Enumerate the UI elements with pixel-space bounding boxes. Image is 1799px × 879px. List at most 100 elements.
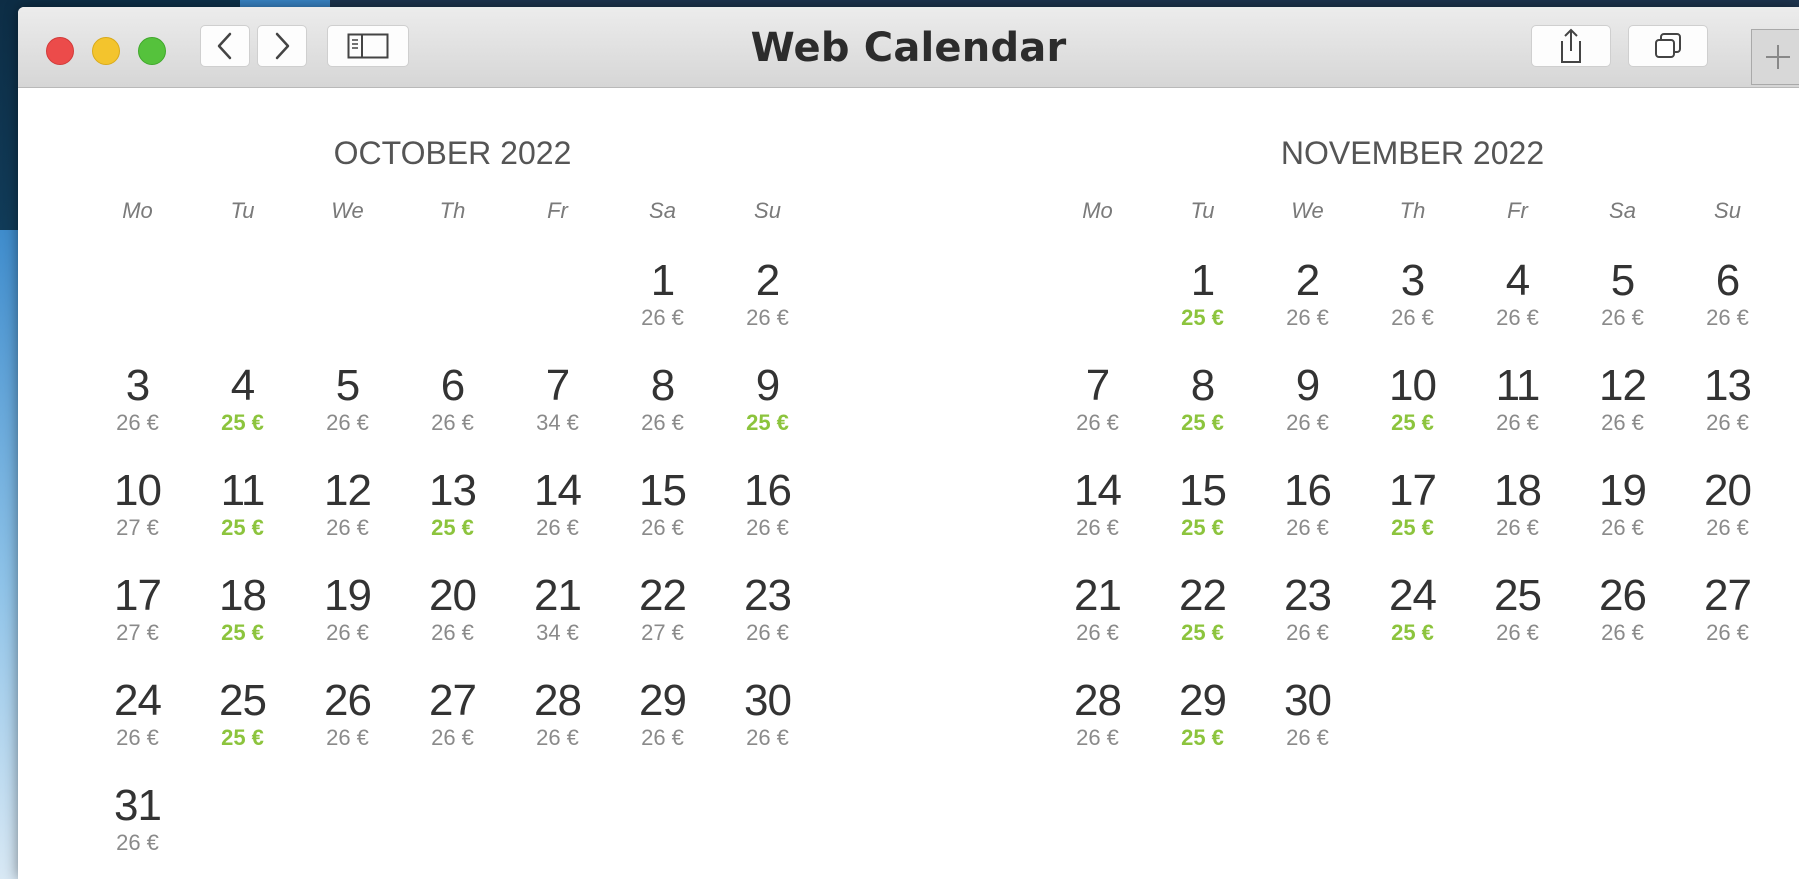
- day-cell[interactable]: 11 26 €: [1465, 362, 1570, 467]
- new-tab-button[interactable]: [1751, 29, 1799, 85]
- day-number: 23: [744, 571, 792, 620]
- day-cell[interactable]: 5 26 €: [295, 362, 400, 467]
- day-number: 4: [1505, 256, 1530, 305]
- price-label: 26 €: [1286, 305, 1329, 330]
- price-label: 26 €: [431, 410, 474, 435]
- day-cell[interactable]: 11 25 €: [190, 467, 295, 572]
- day-cell[interactable]: 23 26 €: [715, 572, 820, 677]
- day-number: 10: [114, 466, 162, 515]
- day-cell[interactable]: 24 25 €: [1360, 572, 1465, 677]
- day-cell[interactable]: 21 34 €: [505, 572, 610, 677]
- day-cell[interactable]: 7 26 €: [1045, 362, 1150, 467]
- day-cell[interactable]: 16 26 €: [1255, 467, 1360, 572]
- day-cell[interactable]: 31 26 €: [85, 782, 190, 879]
- day-number: 29: [639, 676, 687, 725]
- day-cell[interactable]: 15 25 €: [1150, 467, 1255, 572]
- day-cell[interactable]: 2 26 €: [1255, 257, 1360, 362]
- lowest-price-label: 25 €: [221, 410, 264, 435]
- day-cell[interactable]: 25 26 €: [1465, 572, 1570, 677]
- price-label: 26 €: [116, 830, 159, 855]
- day-cell[interactable]: 30 26 €: [715, 677, 820, 782]
- day-number: 5: [1610, 256, 1635, 305]
- day-cell[interactable]: 7 34 €: [505, 362, 610, 467]
- day-cell[interactable]: 4 26 €: [1465, 257, 1570, 362]
- price-label: 26 €: [1601, 515, 1644, 540]
- day-cell[interactable]: 23 26 €: [1255, 572, 1360, 677]
- day-cell[interactable]: 8 26 €: [610, 362, 715, 467]
- day-cell[interactable]: 12 26 €: [295, 467, 400, 572]
- day-cell[interactable]: 10 25 €: [1360, 362, 1465, 467]
- day-cell[interactable]: 9 26 €: [1255, 362, 1360, 467]
- day-cell[interactable]: 19 26 €: [295, 572, 400, 677]
- day-cell[interactable]: 30 26 €: [1255, 677, 1360, 782]
- day-cell[interactable]: 1 26 €: [610, 257, 715, 362]
- day-cell[interactable]: 22 25 €: [1150, 572, 1255, 677]
- day-cell[interactable]: 6 26 €: [1675, 257, 1780, 362]
- price-label: 26 €: [1706, 620, 1749, 645]
- day-cell[interactable]: 2 26 €: [715, 257, 820, 362]
- day-cell[interactable]: 4 25 €: [190, 362, 295, 467]
- weekday-label: Tu: [1190, 198, 1215, 223]
- day-cell[interactable]: 10 27 €: [85, 467, 190, 572]
- weekday-label: Sa: [1609, 198, 1636, 223]
- day-number: 22: [1179, 571, 1227, 620]
- day-cell[interactable]: 14 26 €: [505, 467, 610, 572]
- day-cell[interactable]: 19 26 €: [1570, 467, 1675, 572]
- day-cell[interactable]: 29 25 €: [1150, 677, 1255, 782]
- day-cell[interactable]: 15 26 €: [610, 467, 715, 572]
- title-bar: Web Calendar: [18, 7, 1799, 88]
- day-cell[interactable]: 6 26 €: [400, 362, 505, 467]
- day-cell[interactable]: 13 25 €: [400, 467, 505, 572]
- day-cell[interactable]: 9 25 €: [715, 362, 820, 467]
- calendar-grid: Mo Tu We Th Fr Sa Su 1 26 €2 26 €3 26 €4 25 €5 26 €6…: [85, 193, 820, 879]
- day-cell[interactable]: 3 26 €: [85, 362, 190, 467]
- day-cell[interactable]: 3 26 €: [1360, 257, 1465, 362]
- day-number: 27: [1704, 571, 1752, 620]
- day-cell[interactable]: 28 26 €: [505, 677, 610, 782]
- day-cell[interactable]: 8 25 €: [1150, 362, 1255, 467]
- empty-day-cell: [85, 257, 190, 362]
- share-button[interactable]: [1531, 25, 1611, 67]
- day-cell[interactable]: 18 25 €: [190, 572, 295, 677]
- price-label: 26 €: [1601, 305, 1644, 330]
- show-tabs-button[interactable]: [1628, 25, 1708, 67]
- weekday-label: Mo: [1082, 198, 1113, 223]
- day-cell[interactable]: 1 25 €: [1150, 257, 1255, 362]
- day-cell[interactable]: 28 26 €: [1045, 677, 1150, 782]
- day-number: 13: [429, 466, 477, 515]
- day-cell[interactable]: 18 26 €: [1465, 467, 1570, 572]
- day-cell[interactable]: 17 25 €: [1360, 467, 1465, 572]
- day-cell[interactable]: 20 26 €: [1675, 467, 1780, 572]
- day-number: 14: [534, 466, 582, 515]
- day-number: 26: [1599, 571, 1647, 620]
- day-number: 2: [755, 256, 780, 305]
- day-cell[interactable]: 12 26 €: [1570, 362, 1675, 467]
- empty-day-cell: [1045, 257, 1150, 362]
- weekday-label: Tu: [230, 198, 255, 223]
- day-cell[interactable]: 25 25 €: [190, 677, 295, 782]
- day-number: 20: [429, 571, 477, 620]
- day-cell[interactable]: 29 26 €: [610, 677, 715, 782]
- lowest-price-label: 25 €: [1181, 725, 1224, 750]
- price-label: 26 €: [1076, 725, 1119, 750]
- day-cell[interactable]: 22 27 €: [610, 572, 715, 677]
- lowest-price-label: 25 €: [1181, 410, 1224, 435]
- price-label: 26 €: [536, 725, 579, 750]
- day-cell[interactable]: 16 26 €: [715, 467, 820, 572]
- day-cell[interactable]: 24 26 €: [85, 677, 190, 782]
- day-cell[interactable]: 26 26 €: [1570, 572, 1675, 677]
- day-cell[interactable]: 13 26 €: [1675, 362, 1780, 467]
- day-cell[interactable]: 5 26 €: [1570, 257, 1675, 362]
- day-cell[interactable]: 27 26 €: [400, 677, 505, 782]
- day-number: 14: [1074, 466, 1122, 515]
- day-cell[interactable]: 26 26 €: [295, 677, 400, 782]
- day-cell[interactable]: 14 26 €: [1045, 467, 1150, 572]
- day-cell[interactable]: 17 27 €: [85, 572, 190, 677]
- lowest-price-label: 25 €: [1391, 515, 1434, 540]
- day-cell[interactable]: 27 26 €: [1675, 572, 1780, 677]
- price-label: 26 €: [1706, 305, 1749, 330]
- day-cell[interactable]: 20 26 €: [400, 572, 505, 677]
- day-cell[interactable]: 21 26 €: [1045, 572, 1150, 677]
- browser-window: Web Calendar OCTOBER 2022 Mo Tu We Th Fr Sa Su…: [18, 7, 1799, 879]
- day-number: 30: [744, 676, 792, 725]
